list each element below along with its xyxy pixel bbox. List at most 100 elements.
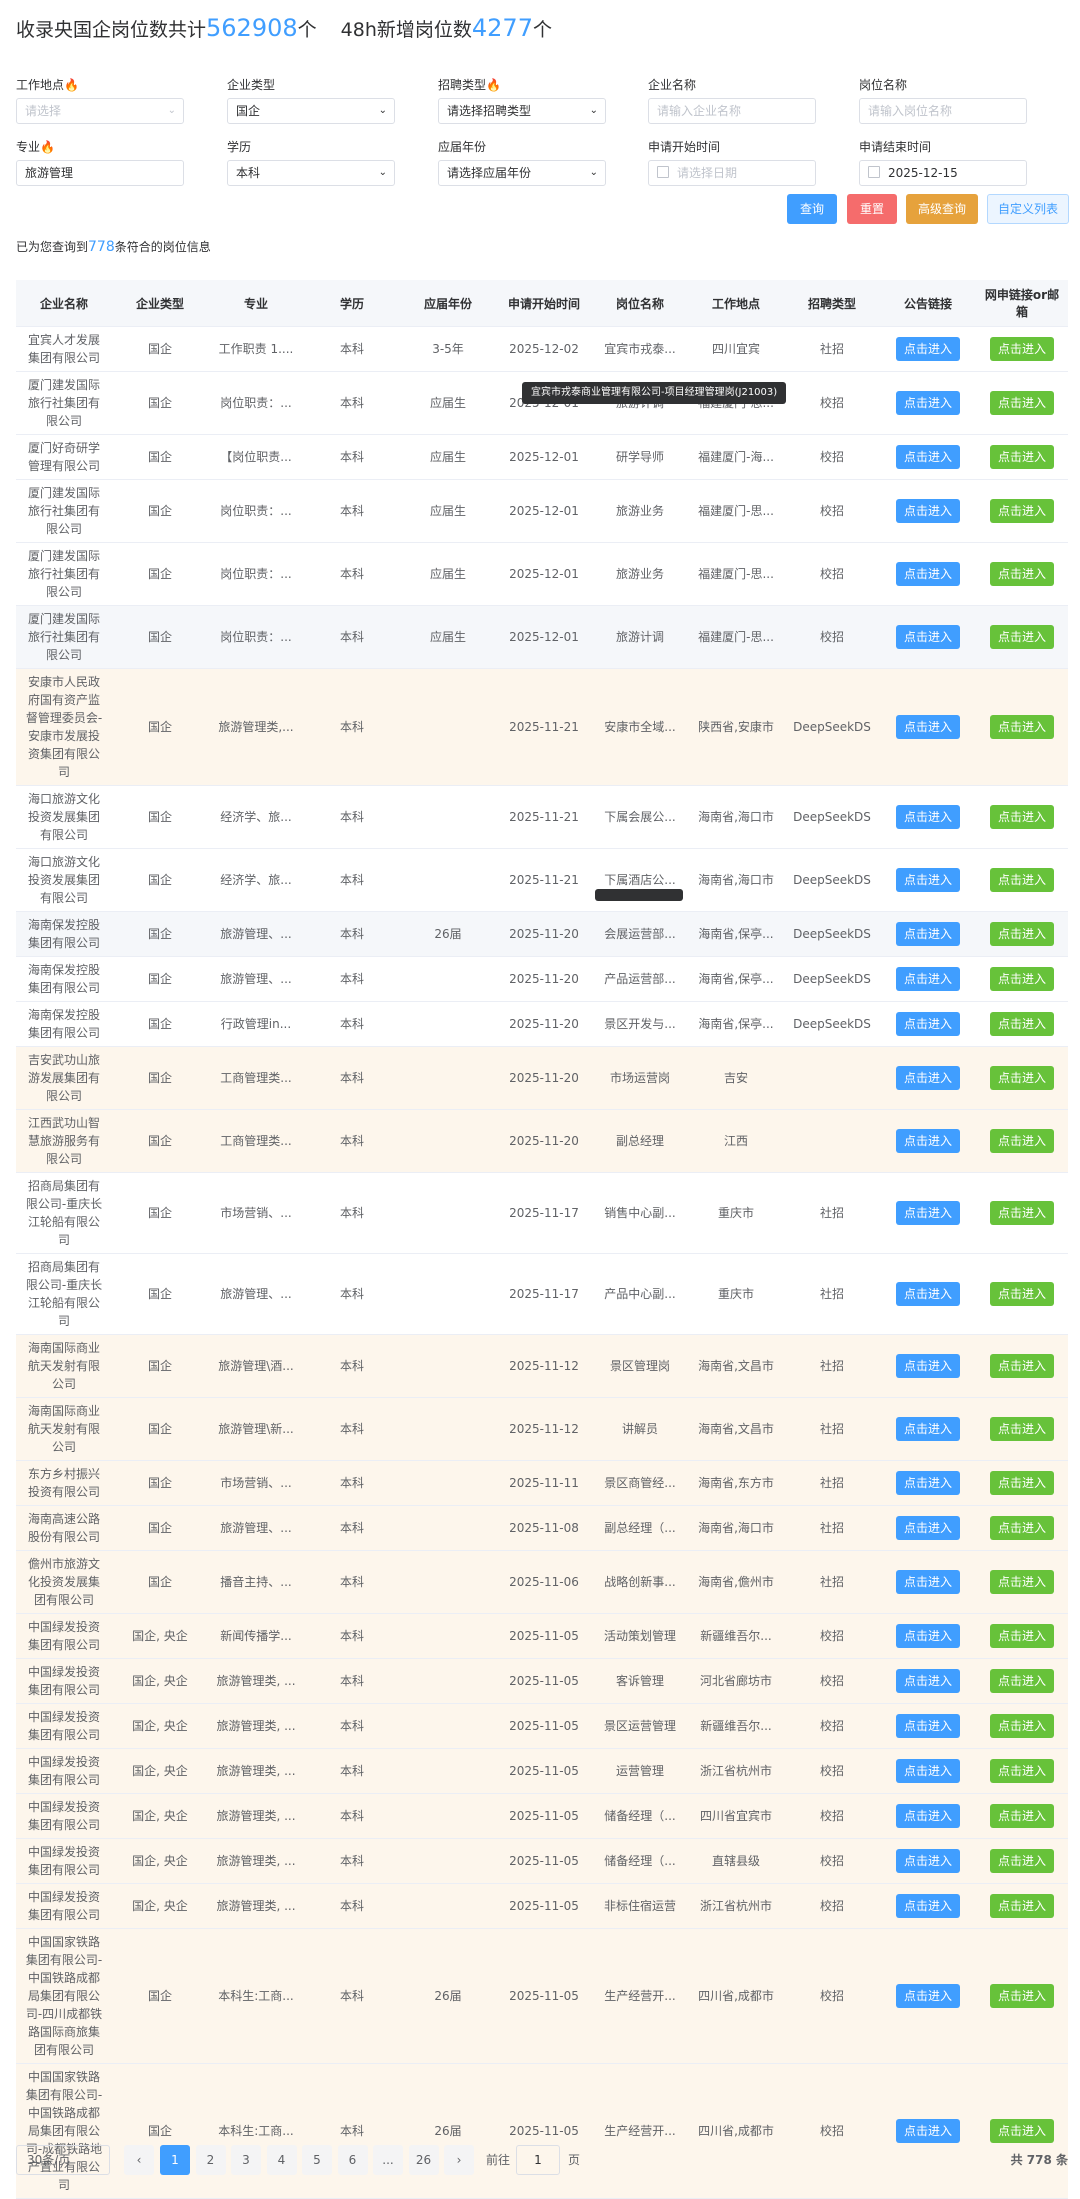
work-location-select[interactable]: 请选择 ⌄ bbox=[16, 98, 184, 124]
apply-link-button[interactable]: 点击进入 bbox=[990, 391, 1054, 415]
company-type-select[interactable]: 国企 ⌄ bbox=[227, 98, 395, 124]
apply-link-button[interactable]: 点击进入 bbox=[990, 715, 1054, 739]
announcement-link-button[interactable]: 点击进入 bbox=[896, 562, 960, 586]
apply-link-button[interactable]: 点击进入 bbox=[990, 1984, 1054, 2008]
end-date-picker[interactable]: 2025-12-15 bbox=[859, 160, 1027, 186]
page-number-button[interactable]: 4 bbox=[266, 2145, 297, 2175]
apply-link-button[interactable]: 点击进入 bbox=[990, 1804, 1054, 1828]
apply-link-button[interactable]: 点击进入 bbox=[990, 1417, 1054, 1441]
page-number-button[interactable]: 3 bbox=[231, 2145, 261, 2175]
announcement-link-button[interactable]: 点击进入 bbox=[896, 1624, 960, 1648]
next-page-button[interactable]: › bbox=[444, 2145, 474, 2175]
apply-link-button[interactable]: 点击进入 bbox=[990, 2119, 1054, 2143]
recruit-type-cell bbox=[784, 1109, 880, 1173]
announcement-link-button[interactable]: 点击进入 bbox=[896, 1759, 960, 1783]
apply-link-button[interactable]: 点击进入 bbox=[990, 922, 1054, 946]
apply-link-button[interactable]: 点击进入 bbox=[990, 445, 1054, 469]
apply-link-button[interactable]: 点击进入 bbox=[990, 625, 1054, 649]
grad-year-cell: 26届 bbox=[400, 1928, 496, 2064]
announcement-link-button[interactable]: 点击进入 bbox=[896, 922, 960, 946]
apply-link-button[interactable]: 点击进入 bbox=[990, 562, 1054, 586]
start-date-cell: 2025-11-08 bbox=[496, 1505, 592, 1551]
apply-link-button[interactable]: 点击进入 bbox=[990, 1669, 1054, 1693]
grad-year-select[interactable]: 请选择应届年份 ⌄ bbox=[438, 160, 606, 186]
new-jobs-label: 48h新增岗位数 bbox=[340, 19, 472, 41]
announcement-link-button[interactable]: 点击进入 bbox=[896, 1201, 960, 1225]
announcement-link-button[interactable]: 点击进入 bbox=[896, 445, 960, 469]
recruit-type-select[interactable]: 请选择招聘类型 ⌄ bbox=[438, 98, 606, 124]
announcement-link-button[interactable]: 点击进入 bbox=[896, 2119, 960, 2143]
announcement-link-button[interactable]: 点击进入 bbox=[896, 625, 960, 649]
apply-link-button[interactable]: 点击进入 bbox=[990, 1282, 1054, 1306]
job-name-cell: 研学导师 bbox=[592, 434, 688, 480]
apply-link-button[interactable]: 点击进入 bbox=[990, 1201, 1054, 1225]
page-number-button[interactable]: 5 bbox=[302, 2145, 332, 2175]
apply-link-button[interactable]: 点击进入 bbox=[990, 1066, 1054, 1090]
announcement-link-button[interactable]: 点击进入 bbox=[896, 1471, 960, 1495]
page-number-button[interactable]: ... bbox=[373, 2145, 403, 2175]
announcement-link-button[interactable]: 点击进入 bbox=[896, 1417, 960, 1441]
page-number-button[interactable]: 6 bbox=[337, 2145, 368, 2175]
announcement-link-button[interactable]: 点击进入 bbox=[896, 1984, 960, 2008]
advanced-query-button[interactable]: 高级查询 bbox=[906, 194, 978, 224]
announcement-link-button[interactable]: 点击进入 bbox=[896, 868, 960, 892]
apply-link-button[interactable]: 点击进入 bbox=[990, 337, 1054, 361]
apply-link-button[interactable]: 点击进入 bbox=[990, 1894, 1054, 1918]
goto-page-input[interactable]: 1 bbox=[516, 2145, 560, 2175]
apply-link-button[interactable]: 点击进入 bbox=[990, 499, 1054, 523]
prev-page-button[interactable]: ‹ bbox=[124, 2145, 154, 2175]
reset-button[interactable]: 重置 bbox=[847, 194, 897, 224]
page-number-button[interactable]: 26 bbox=[408, 2145, 439, 2175]
announcement-link-button[interactable]: 点击进入 bbox=[896, 967, 960, 991]
company-name-cell: 中国绿发投资集团有限公司 bbox=[16, 1658, 112, 1704]
announcement-link-button[interactable]: 点击进入 bbox=[896, 1012, 960, 1036]
apply-link-button[interactable]: 点击进入 bbox=[990, 805, 1054, 829]
announcement-link-button[interactable]: 点击进入 bbox=[896, 715, 960, 739]
job-name-cell: 生产经营开... bbox=[592, 1928, 688, 2064]
apply-link-button[interactable]: 点击进入 bbox=[990, 1354, 1054, 1378]
announcement-link-button[interactable]: 点击进入 bbox=[896, 499, 960, 523]
apply-link-button[interactable]: 点击进入 bbox=[990, 967, 1054, 991]
company-name-input[interactable]: 请输入企业名称 bbox=[648, 98, 816, 124]
major-input[interactable]: 旅游管理 bbox=[16, 160, 184, 186]
apply-link-button[interactable]: 点击进入 bbox=[990, 1516, 1054, 1540]
page-number-button[interactable]: 1 bbox=[160, 2145, 190, 2175]
announcement-link-button[interactable]: 点击进入 bbox=[896, 1570, 960, 1594]
apply-link-button[interactable]: 点击进入 bbox=[990, 868, 1054, 892]
announcement-link-button[interactable]: 点击进入 bbox=[896, 1066, 960, 1090]
start-date-picker[interactable]: 请选择日期 bbox=[648, 160, 816, 186]
apply-link-button[interactable]: 点击进入 bbox=[990, 1012, 1054, 1036]
announcement-link-button[interactable]: 点击进入 bbox=[896, 1714, 960, 1738]
announcement-link-button[interactable]: 点击进入 bbox=[896, 337, 960, 361]
announcement-link-button[interactable]: 点击进入 bbox=[896, 391, 960, 415]
apply-link-button[interactable]: 点击进入 bbox=[990, 1570, 1054, 1594]
apply-link-button[interactable]: 点击进入 bbox=[990, 1849, 1054, 1873]
apply-link-button[interactable]: 点击进入 bbox=[990, 1624, 1054, 1648]
goto-label: 前往 bbox=[486, 2153, 511, 2167]
page-size-select[interactable]: 30条/页 bbox=[16, 2145, 110, 2175]
apply-link-button[interactable]: 点击进入 bbox=[990, 1714, 1054, 1738]
apply-link-button[interactable]: 点击进入 bbox=[990, 1471, 1054, 1495]
announcement-link-button[interactable]: 点击进入 bbox=[896, 1894, 960, 1918]
page-number-button[interactable]: 2 bbox=[195, 2145, 226, 2175]
apply-link-button[interactable]: 点击进入 bbox=[990, 1759, 1054, 1783]
company-type-cell: 国企 bbox=[112, 326, 208, 372]
announcement-link-button[interactable]: 点击进入 bbox=[896, 1129, 960, 1153]
job-name-cell: 旅游业务 bbox=[592, 542, 688, 606]
education-select[interactable]: 本科 ⌄ bbox=[227, 160, 395, 186]
apply-link-button[interactable]: 点击进入 bbox=[990, 1129, 1054, 1153]
query-button[interactable]: 查询 bbox=[787, 194, 837, 224]
grad-year-cell bbox=[400, 1172, 496, 1254]
announcement-link-button[interactable]: 点击进入 bbox=[896, 805, 960, 829]
custom-list-button[interactable]: 自定义列表 bbox=[987, 194, 1069, 224]
company-type-cell: 国企, 央企 bbox=[112, 1703, 208, 1749]
education-cell: 本科 bbox=[304, 1460, 400, 1506]
announcement-link-button[interactable]: 点击进入 bbox=[896, 1516, 960, 1540]
announcement-link-button[interactable]: 点击进入 bbox=[896, 1804, 960, 1828]
announcement-link-button[interactable]: 点击进入 bbox=[896, 1354, 960, 1378]
job-name-input[interactable]: 请输入岗位名称 bbox=[859, 98, 1027, 124]
education-cell: 本科 bbox=[304, 434, 400, 480]
announcement-link-button[interactable]: 点击进入 bbox=[896, 1849, 960, 1873]
announcement-link-button[interactable]: 点击进入 bbox=[896, 1669, 960, 1693]
announcement-link-button[interactable]: 点击进入 bbox=[896, 1282, 960, 1306]
